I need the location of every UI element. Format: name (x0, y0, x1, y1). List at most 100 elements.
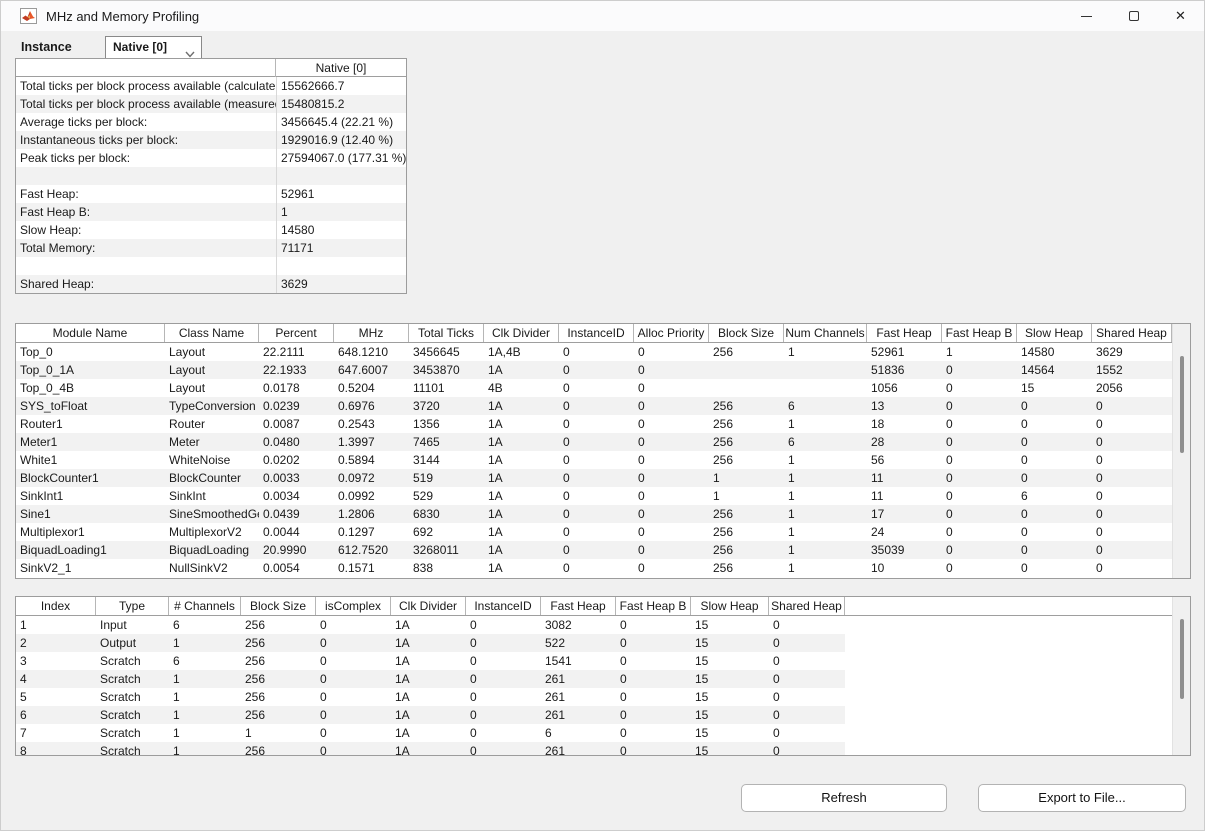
table-cell: 0 (559, 397, 634, 415)
table-cell: 0 (769, 616, 845, 634)
table-cell: Layout (165, 379, 259, 397)
close-button[interactable]: ✕ (1157, 1, 1204, 31)
table-row[interactable]: Peak ticks per block:27594067.0 (177.31 … (16, 149, 406, 167)
table-cell: 0 (616, 724, 691, 742)
table-row[interactable]: 2Output125601A05220150 (16, 634, 845, 652)
module-table-scrollbar-thumb[interactable] (1180, 356, 1184, 453)
table-cell: 0 (1092, 541, 1172, 559)
table-cell: 15 (1017, 379, 1092, 397)
summary-table: Native [0] Total ticks per block process… (15, 58, 407, 294)
table-row[interactable]: 5Scratch125601A02610150 (16, 688, 845, 706)
table-row[interactable] (16, 257, 406, 275)
table-cell: 7 (16, 724, 96, 742)
table-row[interactable]: Fast Heap:52961 (16, 185, 406, 203)
table-row[interactable]: 7Scratch1101A060150 (16, 724, 845, 742)
table-row[interactable]: Total Memory:71171 (16, 239, 406, 257)
table-cell: 13 (867, 397, 942, 415)
table-cell: 0.1571 (334, 559, 409, 577)
table-cell (16, 167, 276, 185)
column-header: Block Size (709, 324, 784, 342)
minimize-button[interactable] (1063, 1, 1110, 31)
table-row[interactable]: 3Scratch625601A015410150 (16, 652, 845, 670)
table-cell: BlockCounter (165, 469, 259, 487)
table-cell: 0 (942, 361, 1017, 379)
table-cell: 11101 (409, 379, 484, 397)
table-cell: 0 (466, 652, 541, 670)
instance-dropdown[interactable]: Native [0] (105, 36, 202, 59)
table-row[interactable]: Top_0Layout22.2111648.121034566451A,4B00… (16, 343, 1172, 361)
table-cell: 3629 (1092, 343, 1172, 361)
table-cell: 1 (169, 742, 241, 756)
table-cell: 0 (559, 523, 634, 541)
table-cell: TypeConversion (165, 397, 259, 415)
table-cell: 0 (559, 541, 634, 559)
buffer-table-scrollbar[interactable] (1172, 597, 1190, 755)
export-to-file-button[interactable]: Export to File... (978, 784, 1186, 812)
title-bar[interactable]: MHz and Memory Profiling ✕ (1, 1, 1204, 31)
table-cell: 0 (559, 451, 634, 469)
table-cell: 0 (616, 670, 691, 688)
table-cell: 1A (484, 505, 559, 523)
table-row[interactable]: Top_0_4BLayout0.01780.5204111014B0010560… (16, 379, 1172, 397)
table-cell: 256 (241, 688, 316, 706)
table-row[interactable]: BlockCounter1BlockCounter0.00330.0972519… (16, 469, 1172, 487)
table-cell (784, 379, 867, 397)
table-row[interactable]: Top_0_1ALayout22.1933647.600734538701A00… (16, 361, 1172, 379)
column-header: InstanceID (466, 597, 541, 615)
table-row[interactable]: SinkInt1SinkInt0.00340.09925291A00111106… (16, 487, 1172, 505)
table-row[interactable]: Average ticks per block:3456645.4 (22.21… (16, 113, 406, 131)
table-cell: 1541 (541, 652, 616, 670)
table-cell: 6 (541, 724, 616, 742)
table-row[interactable]: Meter1Meter0.04801.399774651A00256628000 (16, 433, 1172, 451)
table-row[interactable]: Multiplexor1MultiplexorV20.00440.1297692… (16, 523, 1172, 541)
table-cell: 0 (769, 652, 845, 670)
table-cell: 256 (709, 415, 784, 433)
table-cell: 0 (942, 559, 1017, 577)
table-cell: 0 (769, 706, 845, 724)
table-row[interactable]: Total ticks per block process available … (16, 95, 406, 113)
buffer-table-scrollbar-thumb[interactable] (1180, 619, 1184, 699)
refresh-button[interactable]: Refresh (741, 784, 947, 812)
table-row[interactable]: Fast Heap B:1 (16, 203, 406, 221)
table-row[interactable]: Slow Heap:14580 (16, 221, 406, 239)
table-cell: 0 (559, 433, 634, 451)
table-row[interactable]: Shared Heap:3629 (16, 275, 406, 293)
table-cell: 1A (484, 433, 559, 451)
table-cell: 0 (942, 379, 1017, 397)
table-cell: 20.9990 (259, 541, 334, 559)
table-cell: 256 (241, 742, 316, 756)
table-cell: WhiteNoise (165, 451, 259, 469)
table-row[interactable]: 8Scratch125601A02610150 (16, 742, 845, 756)
table-row[interactable]: 6Scratch125601A02610150 (16, 706, 845, 724)
table-cell: 647.6007 (334, 361, 409, 379)
table-row[interactable]: Total ticks per block process available … (16, 77, 406, 95)
table-row[interactable]: SYS_toFloatTypeConversion0.02390.6976372… (16, 397, 1172, 415)
table-row[interactable]: Router1Router0.00870.254313561A002561180… (16, 415, 1172, 433)
column-header: # Channels (169, 597, 241, 615)
table-cell: 0.6976 (334, 397, 409, 415)
table-cell: 51836 (867, 361, 942, 379)
table-row[interactable]: SinkV2_1NullSinkV20.00540.15718381A00256… (16, 559, 1172, 577)
column-header: isComplex (316, 597, 391, 615)
table-row[interactable]: Instantaneous ticks per block:1929016.9 … (16, 131, 406, 149)
table-row[interactable]: Sine1SineSmoothedGen0.04391.280668301A00… (16, 505, 1172, 523)
table-row[interactable]: 4Scratch125601A02610150 (16, 670, 845, 688)
table-row[interactable]: White1WhiteNoise0.02020.589431441A002561… (16, 451, 1172, 469)
table-cell: Slow Heap: (16, 221, 276, 239)
maximize-button[interactable] (1110, 1, 1157, 31)
table-cell: Top_0_1A (16, 361, 165, 379)
table-cell: Input (96, 616, 169, 634)
table-cell: NullSinkV2 (165, 559, 259, 577)
table-row[interactable]: BiquadLoading1BiquadLoading20.9990612.75… (16, 541, 1172, 559)
table-cell: Shared Heap: (16, 275, 276, 293)
table-row[interactable]: 1Input625601A030820150 (16, 616, 845, 634)
module-table-scrollbar[interactable] (1172, 324, 1190, 578)
table-row[interactable] (16, 167, 406, 185)
table-cell: 0 (1092, 397, 1172, 415)
table-cell: 256 (241, 706, 316, 724)
table-cell: 0 (634, 469, 709, 487)
table-cell (276, 257, 406, 275)
table-cell: 6 (784, 397, 867, 415)
buffer-table-body: 1Input625601A0308201502Output125601A0522… (16, 616, 1190, 756)
summary-table-body: Total ticks per block process available … (16, 77, 406, 293)
